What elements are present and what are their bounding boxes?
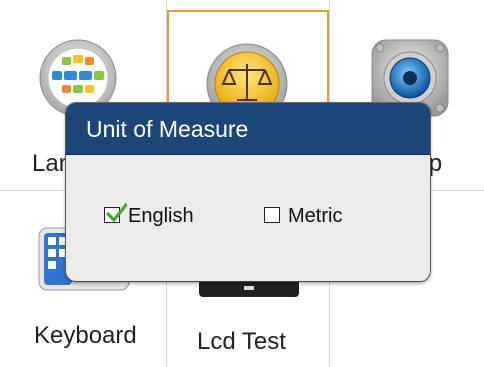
option-label: English <box>128 205 194 227</box>
tile-label: Lcd Test <box>197 328 286 355</box>
option-label: Metric <box>288 205 343 227</box>
checkmark-icon <box>106 203 127 222</box>
dialog-header: Unit of Measure <box>66 103 430 155</box>
tile-label: Keyboard <box>34 322 137 349</box>
metric-checkbox[interactable] <box>264 207 280 223</box>
dialog-title: Unit of Measure <box>86 116 249 142</box>
unit-of-measure-dialog: Unit of Measure English Metric <box>66 103 430 281</box>
